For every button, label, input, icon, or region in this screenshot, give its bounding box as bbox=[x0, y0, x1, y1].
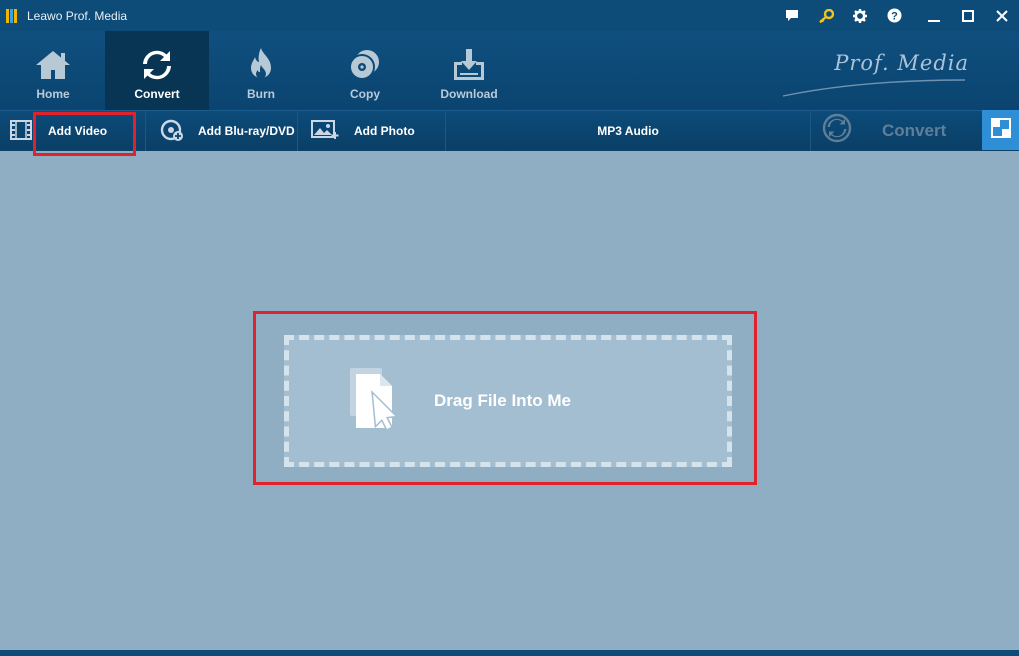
toolbar-separator bbox=[297, 111, 298, 151]
nav-copy[interactable]: Copy bbox=[313, 31, 417, 110]
download-icon bbox=[451, 47, 487, 83]
profile-selector[interactable]: MP3 Audio bbox=[446, 111, 810, 151]
convert-refresh-icon bbox=[822, 113, 852, 148]
convert-icon bbox=[140, 47, 174, 83]
title-bar: Leawo Prof. Media ? bbox=[0, 0, 1019, 31]
layout-toggle-button[interactable] bbox=[982, 110, 1019, 150]
add-photo-button[interactable]: Add Photo bbox=[311, 111, 415, 151]
convert-button[interactable]: Convert bbox=[810, 110, 982, 151]
nav-label-copy: Copy bbox=[350, 87, 380, 101]
copy-icon bbox=[347, 47, 383, 83]
add-bluray-dvd-button[interactable]: Add Blu-ray/DVD bbox=[160, 111, 295, 151]
add-bluray-dvd-label: Add Blu-ray/DVD bbox=[198, 124, 295, 138]
nav-label-download: Download bbox=[440, 87, 498, 101]
nav-convert[interactable]: Convert bbox=[105, 31, 209, 110]
burn-icon bbox=[245, 47, 277, 83]
disc-add-icon bbox=[160, 119, 184, 144]
add-video-highlight bbox=[33, 112, 136, 156]
nav-label-home: Home bbox=[36, 87, 70, 101]
add-photo-label: Add Photo bbox=[354, 124, 415, 138]
app-title: Leawo Prof. Media bbox=[27, 8, 128, 23]
film-icon bbox=[10, 119, 32, 143]
profile-label: MP3 Audio bbox=[597, 124, 659, 138]
panel-toggle-icon bbox=[990, 117, 1011, 143]
home-icon bbox=[34, 47, 72, 83]
key-icon[interactable] bbox=[809, 0, 843, 31]
app-logo-icon bbox=[6, 8, 20, 23]
minimize-icon[interactable] bbox=[917, 0, 951, 31]
nav-home[interactable]: Home bbox=[1, 31, 105, 110]
brand-logo: Prof. Media bbox=[834, 51, 969, 75]
maximize-icon[interactable] bbox=[951, 0, 985, 31]
toolbar-separator bbox=[145, 111, 146, 151]
main-nav: Home Convert Burn Copy Download Prof. Me… bbox=[0, 31, 1019, 110]
file-drop-icon bbox=[350, 368, 406, 437]
convert-label: Convert bbox=[882, 120, 947, 140]
help-icon[interactable]: ? bbox=[877, 0, 911, 31]
chat-icon[interactable] bbox=[775, 0, 809, 31]
svg-text:?: ? bbox=[891, 11, 898, 23]
dropzone-label: Drag File Into Me bbox=[434, 391, 571, 410]
gear-icon[interactable] bbox=[843, 0, 877, 31]
photo-add-icon bbox=[311, 119, 339, 143]
close-icon[interactable] bbox=[985, 0, 1019, 31]
nav-burn[interactable]: Burn bbox=[209, 31, 313, 110]
nav-label-burn: Burn bbox=[247, 87, 275, 101]
brand-swoosh bbox=[782, 79, 966, 97]
status-strip bbox=[0, 650, 1019, 656]
nav-label-convert: Convert bbox=[134, 87, 180, 101]
nav-download[interactable]: Download bbox=[417, 31, 521, 110]
